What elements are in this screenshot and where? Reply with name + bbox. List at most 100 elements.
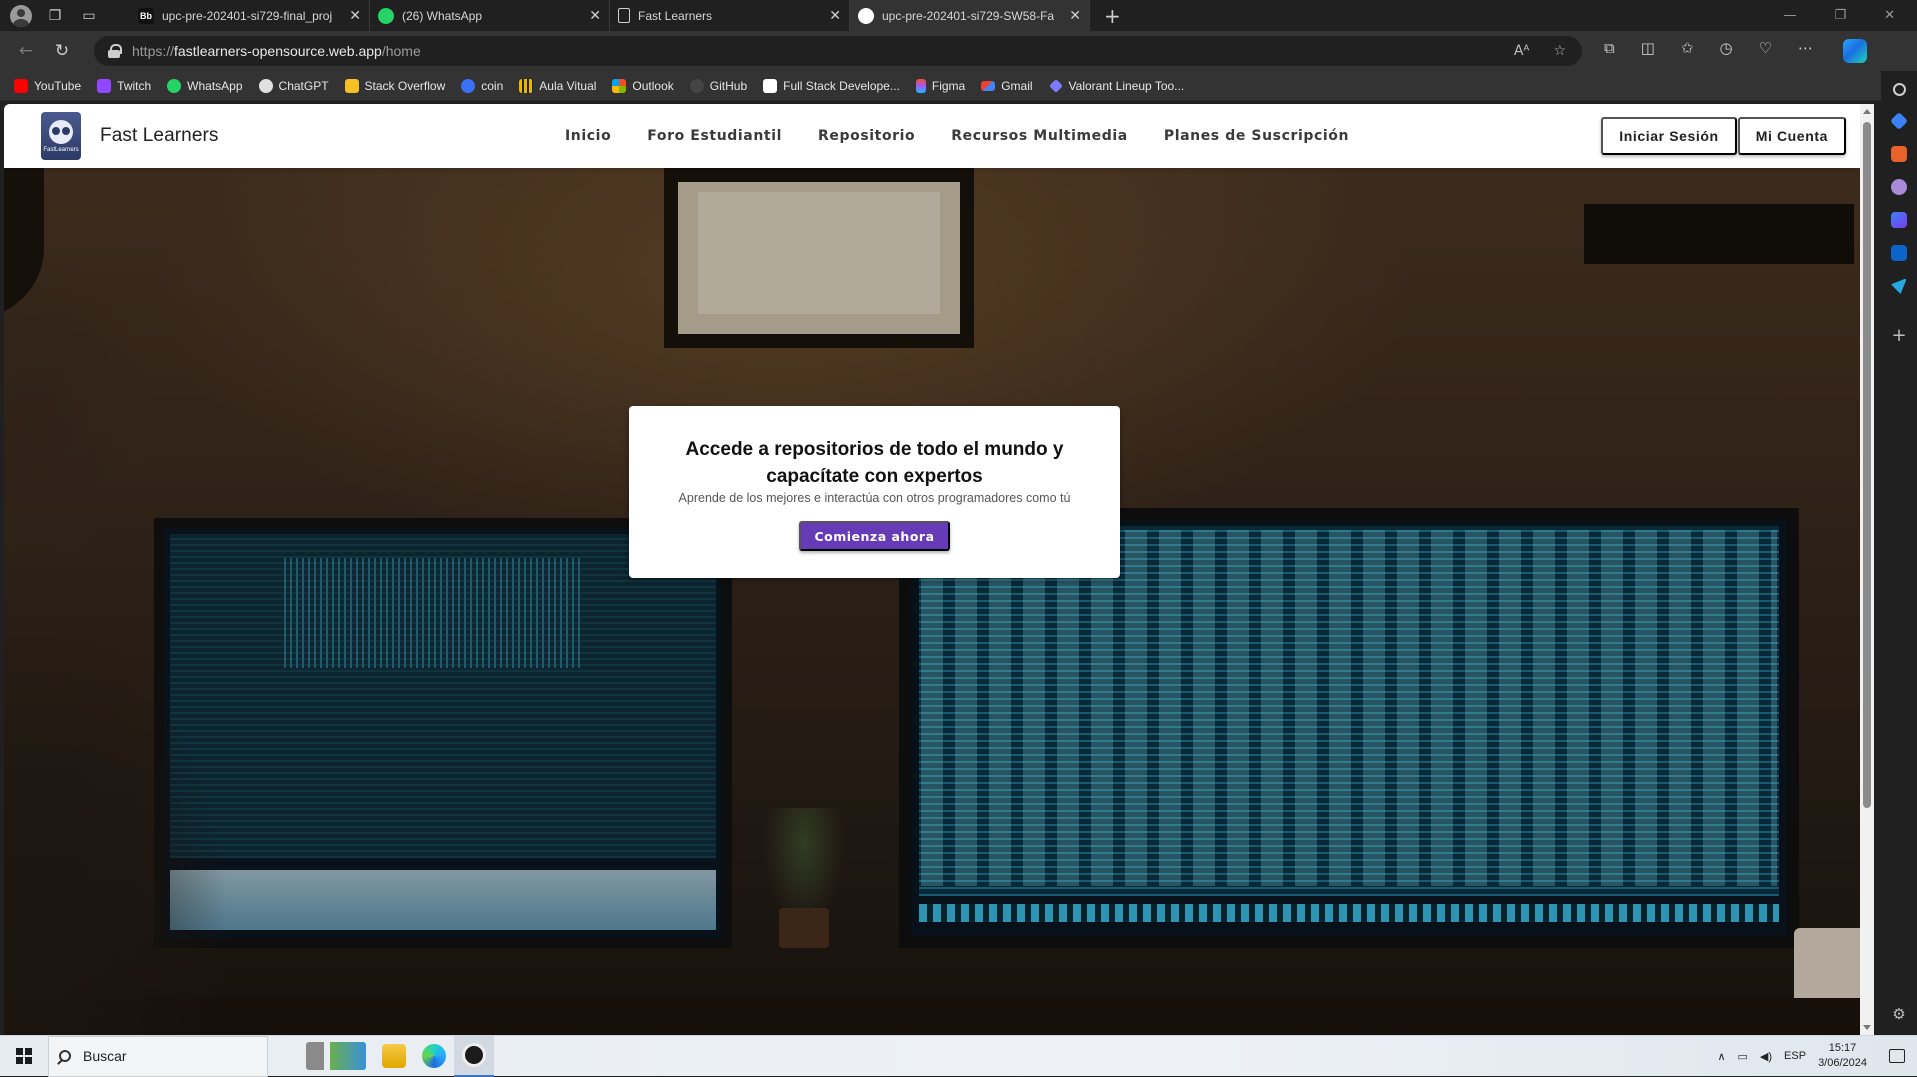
screen-graph-bars [284,558,584,668]
history-icon[interactable]: ◷ [1719,39,1732,63]
stack-overflow-icon [344,78,359,93]
url-input[interactable]: https://fastlearners-opensource.web.app/… [94,36,1582,66]
page-scrollbar[interactable] [1860,104,1874,1035]
nav-repositorio[interactable]: Repositorio [800,118,933,154]
taskbar-search-input[interactable]: Buscar [48,1035,268,1077]
bookmark-gmail[interactable]: Gmail [981,79,1033,93]
close-tab-icon[interactable]: ✕ [829,7,841,24]
bookmark-whatsapp[interactable]: WhatsApp [167,78,243,93]
taskbar-app-file-explorer[interactable] [374,1036,414,1077]
minimize-icon[interactable]: — [1783,8,1796,23]
vertical-tabs-icon[interactable]: ▭ [78,5,100,27]
get-started-button[interactable]: Comienza ahora [799,521,950,551]
language-indicator[interactable]: ESP [1784,1050,1806,1062]
mug [1794,928,1860,1035]
bookmark-label: Twitch [117,78,152,93]
bookmark-aula-vitual[interactable]: Aula Vitual [519,78,596,93]
tools-briefcase-icon[interactable] [1891,146,1907,162]
nav-recursos-multimedia[interactable]: Recursos Multimedia [933,118,1146,154]
games-icon[interactable] [1891,179,1907,195]
desk [4,998,1860,1035]
new-tab-button[interactable]: + [1090,4,1121,28]
tab-3[interactable]: upc-pre-202401-si729-SW58-Fa ✕ [850,0,1090,31]
split-screen-icon[interactable]: ◫ [1641,39,1655,63]
bookmark-label: WhatsApp [187,78,243,93]
more-menu-icon[interactable]: ⋯ [1798,39,1813,63]
blackboard-favicon-icon: Bb [138,7,154,24]
tab-1[interactable]: (26) WhatsApp ✕ [370,0,610,31]
bookmark-stack-overflow[interactable]: Stack Overflow [344,78,445,93]
code-screen-left [170,534,716,858]
plant-pot [779,908,829,948]
close-tab-icon[interactable]: ✕ [349,7,361,24]
close-tab-icon[interactable]: ✕ [1069,7,1081,24]
bookmark-chatgpt[interactable]: ChatGPT [258,78,329,93]
whatsapp-favicon-icon [378,7,394,24]
workspaces-icon[interactable]: ❐ [44,5,66,27]
bookmark-coin[interactable]: coin [461,78,504,93]
microsoft365-icon[interactable] [1891,212,1907,228]
bookmark-full-stack[interactable]: Full Stack Develope... [763,78,900,93]
taskbar-app-edge[interactable] [414,1036,454,1077]
bookmark-label: Figma [931,78,966,93]
scroll-down-icon[interactable] [1863,1025,1871,1030]
sidebar-search-icon[interactable] [1892,83,1906,96]
close-window-icon[interactable]: ✕ [1884,8,1895,23]
url-text: https://fastlearners-opensource.web.app/… [132,43,421,59]
url-prefix: https:// [132,43,175,59]
shopping-tag-icon[interactable] [1889,111,1909,131]
chatgpt-icon [258,78,273,93]
copilot-icon[interactable] [1843,39,1868,63]
login-button[interactable]: Iniciar Sesión [1601,117,1737,155]
network-icon[interactable]: ▭ [1738,1050,1748,1063]
main-nav: Inicio Foro Estudiantil Repositorio Recu… [547,118,1367,154]
send-icon[interactable] [1891,278,1907,294]
bookmarks-bar: YouTube Twitch WhatsApp ChatGPT Stack Ov… [0,71,1917,101]
bookmark-label: coin [481,78,504,93]
favorites-icon[interactable]: ✩ [1681,39,1694,63]
taskbar-app-widget[interactable] [298,1036,374,1077]
extensions-icon[interactable]: ⧉ [1604,39,1615,63]
windows-taskbar: Buscar ∧ ▭ ◀) ESP 15:17 3/06/2024 [0,1035,1917,1077]
close-tab-icon[interactable]: ✕ [589,7,601,24]
bookmark-valorant[interactable]: Valorant Lineup Too... [1048,79,1184,93]
screen-code-columns [921,530,1777,886]
bookmark-twitch[interactable]: Twitch [97,78,152,93]
volume-icon[interactable]: ◀) [1760,1050,1772,1063]
lock-icon[interactable] [108,44,122,58]
tab-title: (26) WhatsApp [402,8,483,23]
favorite-star-icon[interactable]: ☆ [1553,43,1566,59]
back-icon[interactable]: ← [8,41,44,61]
tab-0[interactable]: Bb upc-pre-202401-si729-final_proj ✕ [130,0,370,31]
nav-inicio[interactable]: Inicio [547,118,629,154]
taskbar-app-xbox[interactable] [454,1035,494,1077]
bookmark-figma[interactable]: Figma [915,78,966,93]
brand-title[interactable]: Fast Learners [100,125,219,147]
read-aloud-icon[interactable]: Aᴬ [1514,43,1530,59]
profile-avatar[interactable] [10,4,32,27]
scrollbar-thumb[interactable] [1863,122,1871,808]
bookmark-github[interactable]: GitHub [689,78,747,93]
wall-picture-frame [664,168,974,348]
scroll-up-icon[interactable] [1863,109,1871,114]
system-tray: ∧ ▭ ◀) ESP 15:17 3/06/2024 [1717,1041,1917,1071]
browser-essentials-icon[interactable]: ♡ [1759,39,1772,63]
bookmark-label: ChatGPT [278,78,329,93]
nav-foro-estudiantil[interactable]: Foro Estudiantil [629,118,800,154]
outlook-icon[interactable] [1891,245,1907,261]
bookmark-youtube[interactable]: YouTube [14,78,81,93]
bookmark-outlook[interactable]: Outlook [612,78,674,93]
show-hidden-icons-icon[interactable]: ∧ [1717,1050,1725,1063]
start-button[interactable] [0,1036,48,1077]
restore-icon[interactable]: ❐ [1834,8,1846,23]
tab-2[interactable]: Fast Learners ✕ [610,0,850,31]
notifications-icon[interactable] [1889,1049,1905,1063]
sidebar-settings-icon[interactable]: ⚙ [1892,1005,1905,1023]
nav-planes-suscripcion[interactable]: Planes de Suscripción [1146,118,1367,154]
refresh-icon[interactable]: ↻ [44,41,80,61]
clock[interactable]: 15:17 3/06/2024 [1818,1041,1867,1071]
app-logo[interactable]: FastLearners [41,112,81,160]
add-sidebar-app-icon[interactable]: + [1891,325,1906,346]
hero-subtitle: Aprende de los mejores e interactúa con … [678,491,1071,505]
my-account-button[interactable]: Mi Cuenta [1737,117,1846,155]
